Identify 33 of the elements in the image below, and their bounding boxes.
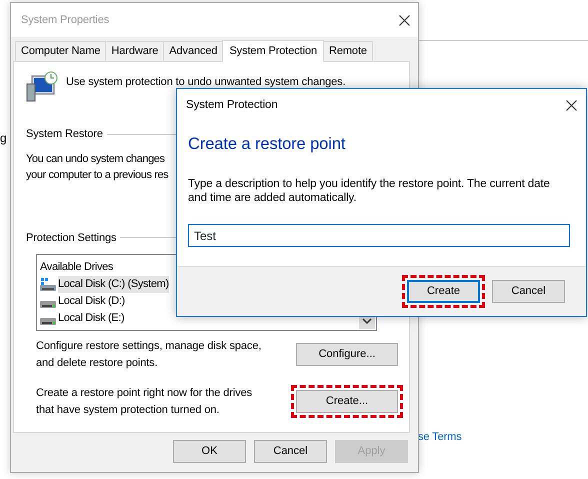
partial-text: g: [0, 130, 7, 147]
dialog-button[interactable]: Cancel: [254, 440, 327, 463]
drive-icon: [40, 318, 56, 324]
group-label: Protection Settings: [26, 230, 116, 246]
window-title: System Properties: [21, 12, 110, 28]
close-icon[interactable]: [399, 14, 410, 26]
intro-text: Use system protection to undo unwanted system changes.: [66, 75, 346, 90]
link[interactable]: se Terms: [418, 429, 462, 446]
configure-button[interactable]: Configure...: [296, 343, 398, 366]
dialog-button[interactable]: Create: [407, 280, 480, 303]
system-drive-icon: [40, 278, 56, 292]
dialog-title: System Protection: [186, 98, 278, 113]
drive-name[interactable]: Local Disk (C:) (System): [58, 276, 169, 293]
column-header: Available Drives: [40, 261, 114, 273]
description-text: Type a description to help you identify the restore point. The current date and time are added automatically.: [188, 177, 551, 206]
dialog-button[interactable]: Cancel: [492, 280, 565, 303]
description-text: your computer to a previous res: [26, 169, 168, 181]
group-label: System Restore: [26, 127, 103, 142]
description-text: You can undo system changes: [26, 152, 165, 164]
tab[interactable]: Computer Name: [15, 41, 106, 61]
tab[interactable]: Remote: [323, 41, 373, 61]
drive-icon: [40, 300, 56, 308]
computer-restore-icon: [26, 70, 58, 102]
description-text: Create a restore point right now for the drives that have system protection turned on.: [36, 386, 254, 418]
close-icon[interactable]: [566, 100, 577, 112]
drive-name[interactable]: Local Disk (D:): [58, 293, 125, 310]
dialog-heading: Create a restore point: [188, 135, 346, 156]
tab[interactable]: System Protection: [222, 40, 324, 62]
dialog-button[interactable]: OK: [173, 440, 246, 463]
drive-name[interactable]: Local Disk (E:): [58, 310, 124, 327]
description-text: Configure restore settings, manage disk space, and delete restore points.: [36, 339, 262, 370]
create-button[interactable]: Create...: [296, 390, 398, 413]
description-field[interactable]: Test: [188, 224, 570, 248]
